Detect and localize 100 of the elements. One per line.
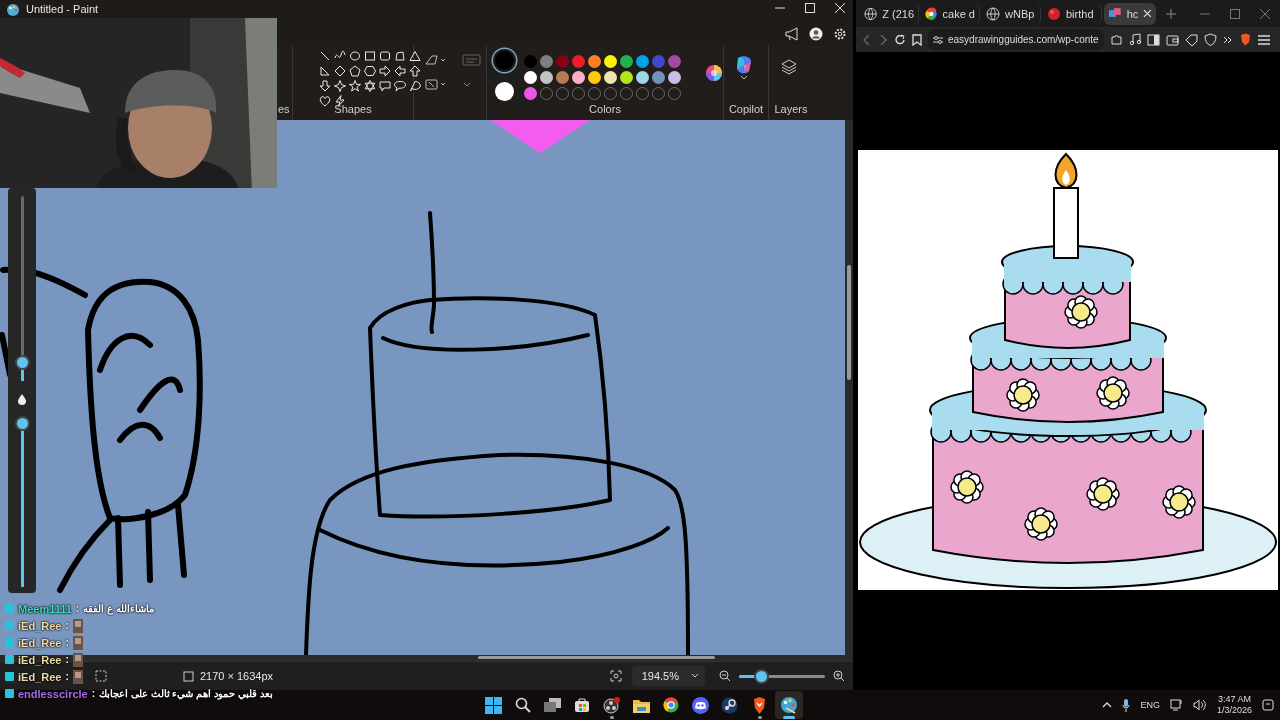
- right-arrow-icon[interactable]: [379, 65, 391, 77]
- search-button[interactable]: [515, 697, 532, 713]
- left-arrow-icon[interactable]: [394, 65, 406, 77]
- color-swatch[interactable]: [540, 71, 553, 84]
- aperture-icon[interactable]: [603, 696, 621, 714]
- back-button[interactable]: [862, 33, 872, 46]
- lion-shield-icon[interactable]: [1238, 33, 1252, 46]
- color-swatch[interactable]: [556, 55, 569, 68]
- pentagon-icon[interactable]: [349, 65, 361, 77]
- up-arrow-icon[interactable]: [409, 65, 421, 77]
- browser-tab[interactable]: cake d: [921, 2, 980, 25]
- color-picker-icon[interactable]: [705, 64, 723, 82]
- reload-button[interactable]: [894, 33, 906, 46]
- bookmark-button[interactable]: [912, 33, 922, 46]
- color-swatch[interactable]: [524, 71, 537, 84]
- circle-logo-icon[interactable]: [662, 697, 679, 713]
- down-arrow-icon[interactable]: [319, 80, 331, 92]
- color-swatch[interactable]: [652, 55, 665, 68]
- outline-icon[interactable]: [424, 53, 448, 67]
- oval-icon[interactable]: [349, 50, 361, 62]
- oval-callout-icon[interactable]: [394, 80, 406, 92]
- zoom-dropdown[interactable]: 194.5%: [631, 666, 705, 686]
- color-swatch[interactable]: [540, 55, 553, 68]
- fill-icon[interactable]: [424, 77, 448, 91]
- five-point-star-icon[interactable]: [349, 80, 361, 92]
- copilot-icon[interactable]: [734, 55, 754, 75]
- color-swatch[interactable]: [636, 55, 649, 68]
- settings-icon[interactable]: [833, 26, 847, 41]
- language-indicator[interactable]: ENG: [1140, 700, 1160, 710]
- microphone-icon[interactable]: [1122, 698, 1131, 712]
- hexagon-icon[interactable]: [364, 65, 376, 77]
- fit-to-window-icon[interactable]: [609, 670, 622, 682]
- triangle-icon[interactable]: [409, 50, 421, 62]
- color-swatch[interactable]: [572, 71, 585, 84]
- zoom-in-icon[interactable]: [833, 670, 845, 682]
- color-swatch[interactable]: [588, 55, 601, 68]
- shield-icon[interactable]: [1203, 33, 1217, 46]
- sidebar-icon[interactable]: [1146, 33, 1160, 46]
- menu-icon[interactable]: [1257, 34, 1270, 45]
- browser-tab[interactable]: hc: [1104, 2, 1156, 25]
- color-swatch[interactable]: [604, 71, 617, 84]
- puzzle-icon[interactable]: [1109, 33, 1123, 46]
- color-swatch[interactable]: [668, 55, 681, 68]
- zoom-out-icon[interactable]: [719, 670, 731, 682]
- color-swatch[interactable]: [524, 55, 537, 68]
- polygon-icon[interactable]: [394, 50, 406, 62]
- diamond-icon[interactable]: [334, 65, 346, 77]
- slider-thumb[interactable]: [16, 417, 28, 429]
- rectangle-icon[interactable]: [364, 50, 376, 62]
- color-swatch[interactable]: [524, 87, 537, 100]
- palette-icon[interactable]: [779, 696, 798, 714]
- network-icon[interactable]: [1169, 699, 1183, 711]
- double-chevron-icon[interactable]: [1222, 34, 1233, 45]
- controller-icon[interactable]: [691, 696, 709, 714]
- forward-button[interactable]: [878, 33, 888, 46]
- slider-thumb[interactable]: [756, 670, 768, 682]
- close-tab-button[interactable]: [1143, 9, 1152, 18]
- color-swatch[interactable]: [572, 55, 585, 68]
- megaphone-icon[interactable]: [785, 26, 799, 41]
- browser-tab[interactable]: birthd: [1043, 2, 1102, 25]
- rounded-rectangle-icon[interactable]: [379, 50, 391, 62]
- six-point-star-icon[interactable]: [364, 80, 376, 92]
- right-triangle-icon[interactable]: [319, 65, 331, 77]
- four-point-star-icon[interactable]: [334, 80, 346, 92]
- color-swatch[interactable]: [636, 71, 649, 84]
- address-bar[interactable]: easydrawingguides.com/wp-conte: [928, 29, 1104, 50]
- new-tab-button[interactable]: [1166, 8, 1176, 19]
- heart-icon[interactable]: [319, 95, 331, 107]
- cloud-callout-icon[interactable]: [409, 80, 421, 92]
- browser-tab[interactable]: wNBp: [982, 2, 1041, 25]
- circle-logo-icon[interactable]: [721, 696, 739, 714]
- chevron-up-icon[interactable]: [1102, 702, 1113, 708]
- speaker-icon[interactable]: [1192, 699, 1207, 711]
- color-swatch[interactable]: [620, 71, 633, 84]
- rectangle-callout-icon[interactable]: [379, 80, 391, 92]
- music-note-icon[interactable]: [1128, 33, 1141, 46]
- account-icon[interactable]: [809, 26, 823, 41]
- task-view-button[interactable]: [544, 697, 562, 713]
- vertical-scrollbar[interactable]: [845, 120, 853, 655]
- shield-icon[interactable]: [751, 696, 767, 714]
- color-swatch[interactable]: [588, 71, 601, 84]
- secondary-color[interactable]: [495, 82, 514, 101]
- notification-icon[interactable]: [1262, 699, 1274, 711]
- slider-thumb[interactable]: [16, 356, 28, 368]
- layers-icon[interactable]: [781, 59, 797, 75]
- drawing-canvas[interactable]: [0, 120, 845, 655]
- shopping-bag-icon[interactable]: [574, 697, 591, 713]
- clock[interactable]: 3:47 AM 1/3/2026: [1216, 694, 1252, 716]
- wallet-icon[interactable]: [1165, 33, 1179, 46]
- lightning-icon[interactable]: [334, 95, 346, 107]
- start-button[interactable]: [485, 696, 503, 714]
- tag-icon[interactable]: [1184, 33, 1198, 46]
- browser-tab[interactable]: Z (216: [860, 2, 919, 25]
- folder-icon[interactable]: [632, 697, 650, 713]
- color-swatch[interactable]: [668, 71, 681, 84]
- color-swatch[interactable]: [652, 71, 665, 84]
- color-swatch[interactable]: [620, 55, 633, 68]
- color-swatch[interactable]: [604, 55, 617, 68]
- primary-color[interactable]: [495, 51, 514, 70]
- color-swatch[interactable]: [556, 71, 569, 84]
